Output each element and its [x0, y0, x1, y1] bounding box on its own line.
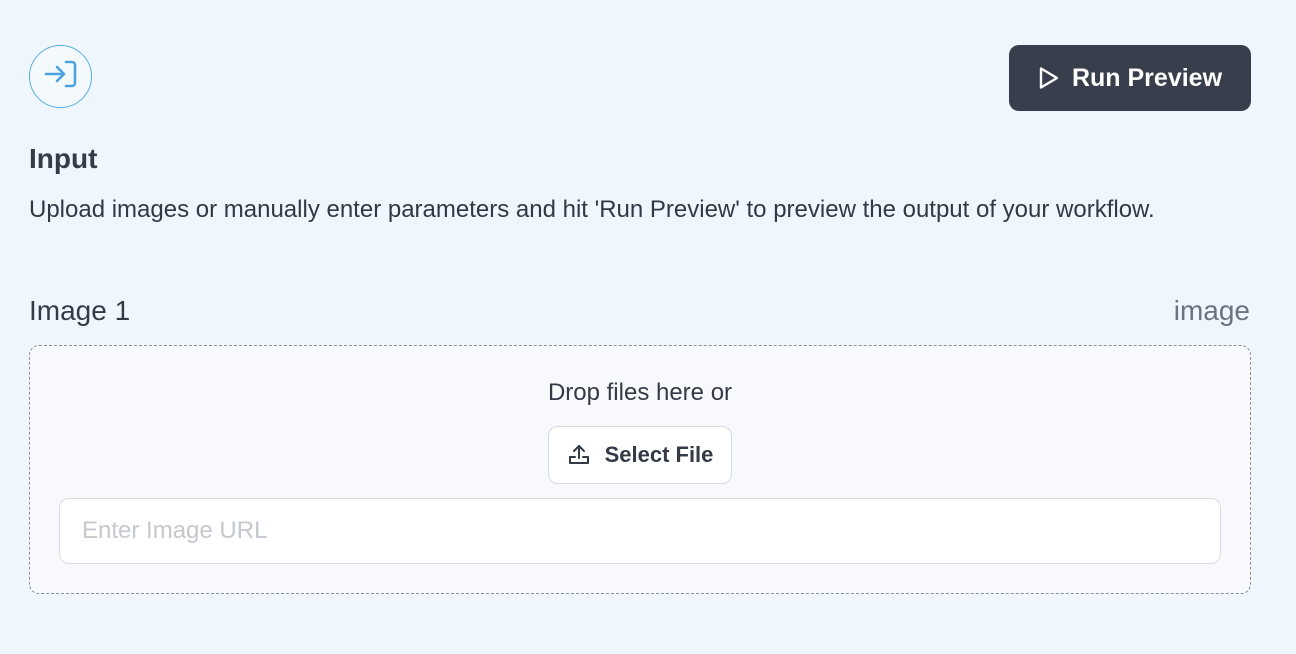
run-preview-label: Run Preview — [1071, 63, 1223, 92]
input-panel: Run Preview Input Upload images or manua… — [0, 0, 1296, 654]
input-badge — [29, 45, 92, 108]
upload-icon — [567, 443, 591, 467]
dropzone-prompt: Drop files here or — [547, 379, 733, 406]
image-url-input[interactable] — [59, 498, 1221, 564]
section-description: Upload images or manually enter paramete… — [29, 196, 1155, 223]
field-type-label: image — [1173, 295, 1250, 326]
file-dropzone[interactable]: Drop files here or Select File — [29, 345, 1251, 594]
select-file-label: Select File — [604, 442, 714, 467]
field-label: Image 1 — [29, 295, 131, 326]
play-icon — [1038, 66, 1060, 90]
run-preview-button[interactable]: Run Preview — [1009, 45, 1251, 111]
input-arrow-icon — [44, 59, 78, 94]
select-file-button[interactable]: Select File — [548, 426, 732, 484]
section-title: Input — [29, 143, 98, 174]
